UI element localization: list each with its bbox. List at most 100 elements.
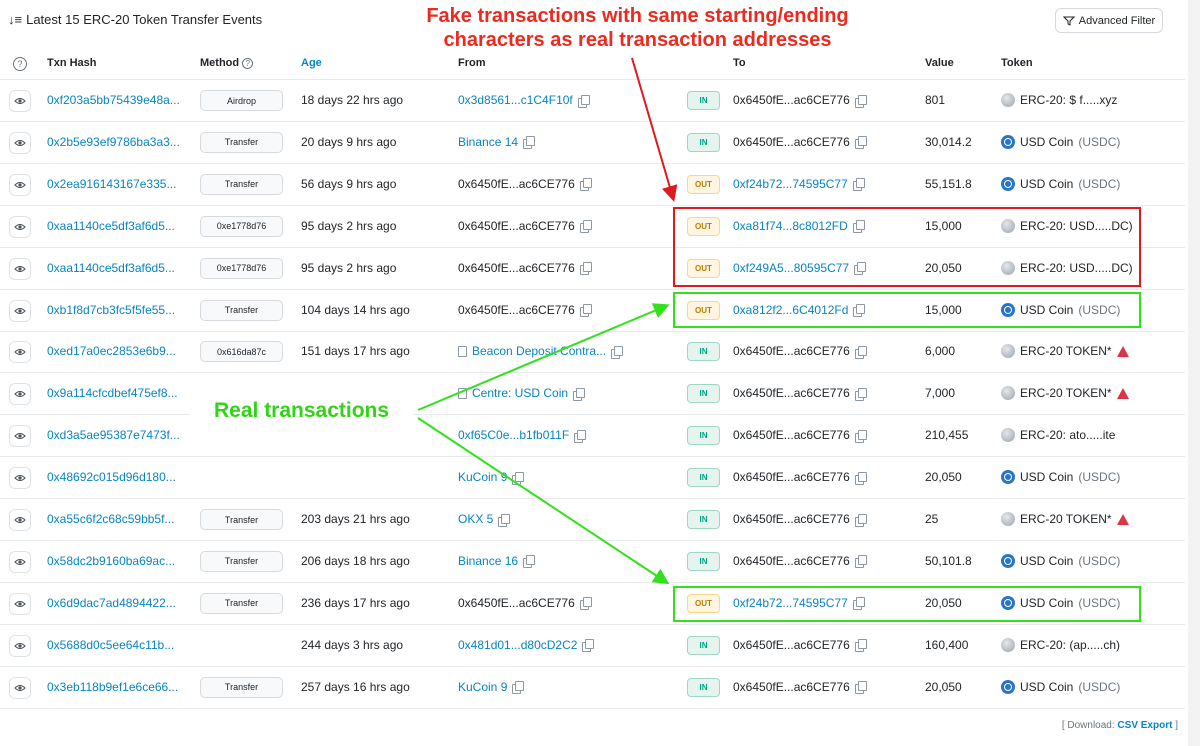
copy-icon[interactable] [579,304,592,317]
copy-icon[interactable] [852,178,865,192]
txn-hash-link[interactable]: 0x5688d0c5ee64c11b... [47,638,174,652]
copy-icon[interactable] [512,681,525,695]
copy-icon[interactable] [854,94,867,108]
copy-icon[interactable] [854,345,867,359]
copy-icon[interactable] [577,94,590,108]
txn-hash-link[interactable]: 0xf203a5bb75439e48a... [47,93,180,107]
usdc-icon [1001,176,1015,191]
eye-icon[interactable] [9,467,31,490]
eye-icon[interactable] [9,383,31,406]
from-address[interactable]: Binance 16 [458,554,536,569]
eye-icon[interactable] [9,131,31,154]
txn-hash-link[interactable]: 0xb1f8d7cb3fc5f5fe55... [47,303,175,317]
eye-icon[interactable] [9,215,31,238]
txn-hash-link[interactable]: 0x48692c015d96d180... [47,470,176,484]
eye-icon[interactable] [9,90,31,112]
to-address[interactable]: 0xa812f2...6C4012Fd [733,303,866,317]
txn-hash-link[interactable]: 0x2ea916143167e335... [47,177,176,191]
from-address[interactable]: Beacon Deposit Contra... [458,344,624,359]
copy-icon[interactable] [574,429,587,443]
from-address[interactable]: Centre: USD Coin [458,386,586,401]
copy-icon[interactable] [854,555,867,569]
eye-icon[interactable] [9,173,31,196]
to-address[interactable]: 0xf24b72...74595C77 [733,596,865,611]
copy-icon[interactable] [854,513,867,527]
copy-icon[interactable] [498,513,511,527]
token-link[interactable]: USD Coin (USDC) [1001,470,1121,485]
txn-hash-link[interactable]: 0x3eb118b9ef1e6ce66... [47,680,178,694]
txn-hash-link[interactable]: 0xaa1140ce5df3af6d5... [47,261,175,275]
to-address[interactable]: 0xf249A5...80595C77 [733,261,867,276]
token-link[interactable]: ERC-20 TOKEN* [1001,386,1129,401]
token-link[interactable]: ERC-20: ato.....ite [1001,428,1115,443]
txn-hash-link[interactable]: 0x2b5e93ef9786ba3a3... [47,135,180,149]
from-address[interactable]: 0x481d01...d80cD2C2 [458,638,595,653]
copy-icon[interactable] [582,639,595,653]
token-link[interactable]: USD Coin (USDC) [1001,679,1120,694]
from-address: 0x6450fE...ac6CE776 [458,303,592,317]
copy-icon[interactable] [611,345,624,359]
txn-hash-link[interactable]: 0xed17a0ec2853e6b9... [47,344,176,358]
txn-hash-link[interactable]: 0xa55c6f2c68c59bb5f... [47,512,174,526]
eye-icon[interactable] [9,299,31,322]
copy-icon[interactable] [579,597,592,611]
copy-icon[interactable] [579,220,592,234]
from-address[interactable]: OKX 5 [458,512,511,527]
from-address[interactable]: 0xf65C0e...b1fb011F [458,428,587,443]
token-link[interactable]: ERC-20: USD.....DC) [1001,218,1133,233]
col-age[interactable]: Age [301,57,322,69]
copy-icon[interactable] [854,136,867,150]
to-address[interactable]: 0xa81f74...8c8012FD [733,219,865,234]
txn-hash-link[interactable]: 0xd3a5ae95387e7473f... [47,428,180,442]
txn-hash-link[interactable]: 0x58dc2b9160ba69ac... [47,554,175,568]
sort-icon[interactable]: ↓≡ [8,12,22,27]
token-link[interactable]: ERC-20 TOKEN* [1001,344,1129,359]
copy-icon[interactable] [854,471,867,485]
token-link[interactable]: ERC-20: $ f.....xyz [1001,93,1117,107]
eye-icon[interactable] [9,257,31,280]
txn-hash-link[interactable]: 0x9a114cfcdbef475ef8... [47,386,178,400]
copy-icon[interactable] [523,555,536,569]
copy-icon[interactable] [512,471,525,485]
copy-icon[interactable] [852,597,865,611]
csv-export-link[interactable]: CSV Export [1117,720,1172,731]
advanced-filter-button[interactable]: Advanced Filter [1055,8,1163,33]
copy-icon[interactable] [854,429,867,443]
token-link[interactable]: USD Coin (USDC) [1001,176,1120,191]
from-address[interactable]: KuCoin 9 [458,680,525,695]
copy-icon[interactable] [853,304,866,317]
method-help-icon[interactable]: ? [242,58,254,69]
from-address[interactable]: 0x3d8561...c1C4F10f [458,93,590,108]
eye-icon[interactable] [9,509,31,531]
eye-icon[interactable] [9,425,31,448]
token-link[interactable]: ERC-20: USD.....DC) [1001,260,1133,275]
to-address[interactable]: 0xf24b72...74595C77 [733,177,865,192]
token-symbol: (USDC) [1078,470,1121,485]
from-address[interactable]: KuCoin 9 [458,470,525,485]
eye-icon[interactable] [9,634,31,657]
copy-icon[interactable] [854,262,867,276]
token-link[interactable]: ERC-20 TOKEN* [1001,512,1129,526]
copy-icon[interactable] [579,262,592,276]
scrollbar[interactable] [1188,0,1200,746]
eye-icon[interactable] [9,676,31,699]
token-link[interactable]: USD Coin (USDC) [1001,134,1120,149]
copy-icon[interactable] [854,681,867,695]
token-link[interactable]: USD Coin (USDC) [1001,553,1120,568]
copy-icon[interactable] [573,387,586,401]
copy-icon[interactable] [523,136,536,150]
copy-icon[interactable] [852,220,865,234]
eye-icon[interactable] [9,592,31,615]
eye-icon[interactable] [9,550,31,573]
from-address[interactable]: Binance 14 [458,135,536,150]
eye-icon[interactable] [9,341,31,364]
token-link[interactable]: USD Coin (USDC) [1001,302,1120,317]
copy-icon[interactable] [854,387,867,401]
txn-hash-link[interactable]: 0xaa1140ce5df3af6d5... [47,219,175,233]
token-link[interactable]: ERC-20: (ap.....ch) [1001,637,1120,652]
token-link[interactable]: USD Coin (USDC) [1001,595,1120,610]
txn-hash-link[interactable]: 0x6d9dac7ad4894422... [47,596,176,610]
copy-icon[interactable] [579,178,592,192]
help-icon[interactable]: ? [13,57,27,71]
copy-icon[interactable] [854,639,867,653]
